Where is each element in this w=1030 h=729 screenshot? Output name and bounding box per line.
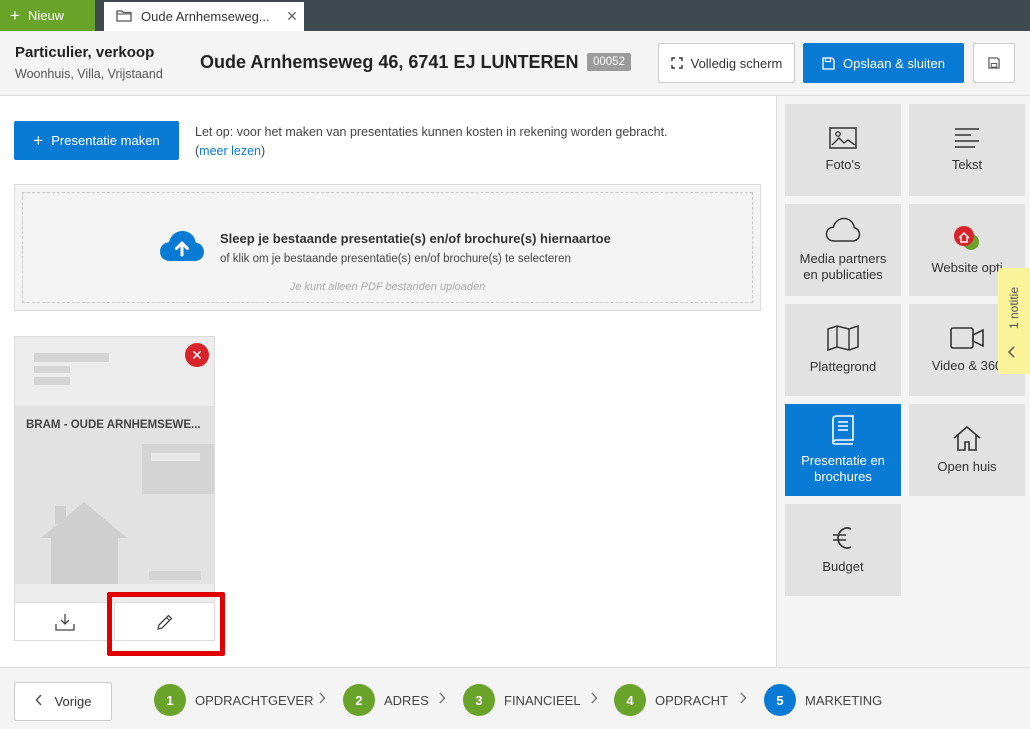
create-presentation-button[interactable]: + Presentatie maken	[14, 121, 179, 160]
save-and-close-label: Opslaan & sluiten	[843, 55, 945, 71]
cloud-icon	[825, 217, 861, 242]
tile-photos[interactable]: Foto's	[785, 104, 901, 196]
document-tab[interactable]: Oude Arnhemseweg... ✕	[104, 2, 304, 31]
chevron-left-icon[interactable]	[1007, 346, 1017, 361]
website-icon	[954, 226, 979, 250]
dropzone-hint: Je kunt alleen PDF bestanden uploaden	[289, 281, 486, 293]
create-presentation-label: Presentatie maken	[51, 133, 160, 148]
cost-notice: Let op: voor het maken van presentaties …	[195, 123, 755, 161]
chevron-right-icon	[739, 692, 747, 707]
step-number: 3	[463, 684, 495, 716]
tile-text[interactable]: Tekst	[909, 104, 1025, 196]
save-icon	[822, 56, 835, 70]
step-label: FINANCIEEL	[504, 692, 581, 708]
download-button[interactable]	[15, 603, 114, 640]
previous-button[interactable]: Vorige	[14, 682, 112, 721]
object-subtype: Woonhuis, Villa, Vrijstaand	[15, 67, 163, 81]
dropzone-title: Sleep je bestaande presentatie(s) en/of …	[220, 231, 611, 246]
top-bar: + Nieuw Oude Arnhemseweg... ✕	[0, 0, 1030, 31]
new-button-label: Nieuw	[27, 8, 65, 23]
tile-label: Tekst	[951, 157, 983, 172]
tile-label: Open huis	[937, 459, 997, 474]
wizard-footer: Vorige 1 OPDRACHTGEVER 2 ADRES 3 FINANCI…	[0, 667, 1030, 729]
step-number: 2	[343, 684, 375, 716]
object-header: Particulier, verkoop Woonhuis, Villa, Vr…	[0, 31, 1030, 96]
plus-icon: +	[10, 6, 20, 25]
presentation-title: BRAM - OUDE ARNHEMSEWE...	[15, 406, 214, 444]
chevron-right-icon	[590, 692, 598, 707]
step-number: 1	[154, 684, 186, 716]
card-actions	[15, 602, 214, 640]
book-icon	[832, 415, 854, 445]
cost-notice-text: Let op: voor het maken van presentaties …	[195, 125, 668, 139]
delete-presentation-icon[interactable]: ✕	[185, 343, 209, 367]
euro-icon	[833, 527, 852, 549]
presentation-card: ✕ BRAM - OUDE ARNHEMSEWE...	[14, 336, 215, 641]
tile-open-house[interactable]: Open huis	[909, 404, 1025, 496]
step-opdracht[interactable]: 4 OPDRACHT	[614, 684, 728, 716]
tile-label: Foto's	[825, 157, 861, 172]
plus-icon: +	[33, 131, 44, 150]
object-number-badge: 00052	[587, 53, 631, 71]
step-number: 4	[614, 684, 646, 716]
video-icon	[950, 327, 984, 349]
step-adres[interactable]: 2 ADRES	[343, 684, 429, 716]
folder-icon	[116, 9, 132, 25]
tile-presentations[interactable]: Presentatie en brochures	[785, 404, 901, 496]
main-content: + Presentatie maken Let op: voor het mak…	[0, 96, 776, 667]
step-label: MARKETING	[805, 692, 883, 708]
new-button[interactable]: + Nieuw	[0, 0, 95, 31]
previous-label: Vorige	[54, 694, 92, 709]
dropzone-border: Sleep je bestaande presentatie(s) en/of …	[22, 192, 753, 303]
tile-label: Budget	[822, 559, 864, 574]
save-icon	[988, 57, 1000, 69]
tile-label: Video & 360	[931, 358, 1003, 373]
image-icon	[829, 127, 857, 149]
expand-icon	[670, 57, 683, 69]
tile-floorplan[interactable]: Plattegrond	[785, 304, 901, 396]
upload-dropzone[interactable]: Sleep je bestaande presentatie(s) en/of …	[14, 184, 761, 311]
read-more-link[interactable]: meer lezen	[199, 144, 261, 158]
tile-budget[interactable]: Budget	[785, 504, 901, 596]
map-icon	[827, 325, 859, 351]
fullscreen-button[interactable]: Volledig scherm	[658, 43, 795, 83]
cloud-upload-icon	[159, 229, 205, 266]
step-label: OPDRACHT	[655, 692, 728, 708]
chevron-right-icon	[438, 692, 446, 707]
chevron-right-icon	[318, 692, 326, 707]
step-label: ADRES	[384, 692, 429, 708]
object-type: Particulier, verkoop	[15, 44, 155, 61]
notes-tab-label: 1 notitie	[1007, 286, 1021, 330]
step-number: 5	[764, 684, 796, 716]
step-label: OPDRACHTGEVER	[195, 692, 314, 708]
text-lines-icon	[955, 128, 979, 148]
tile-label: Website opti	[931, 260, 1003, 275]
house-icon	[953, 425, 981, 451]
object-address: Oude Arnhemseweg 46, 6741 EJ LUNTEREN	[200, 52, 579, 72]
tile-label: Plattegrond	[809, 359, 877, 374]
step-opdrachtgever[interactable]: 1 OPDRACHTGEVER	[154, 684, 313, 716]
chevron-left-icon	[35, 694, 43, 709]
notes-tab-label-wrap: 1 notitie	[998, 268, 1030, 348]
document-tab-title: Oude Arnhemseweg...	[141, 9, 270, 24]
tile-label: Presentatie en brochures	[801, 453, 885, 484]
step-financieel[interactable]: 3 FINANCIEEL	[463, 684, 581, 716]
close-tab-icon[interactable]: ✕	[280, 8, 304, 25]
save-and-close-button[interactable]: Opslaan & sluiten	[803, 43, 964, 83]
pencil-icon	[156, 614, 172, 630]
fullscreen-label: Volledig scherm	[690, 55, 783, 71]
paren-close: )	[261, 144, 266, 158]
tile-label: Media partners en publicaties	[799, 251, 887, 282]
dropzone-subtitle: of klik om je bestaande presentatie(s) e…	[220, 253, 571, 265]
step-marketing[interactable]: 5 MARKETING	[764, 684, 882, 716]
edit-presentation-button[interactable]	[114, 603, 214, 640]
presentation-thumbnail	[15, 444, 214, 602]
download-icon	[54, 613, 75, 631]
tile-media-partners[interactable]: Media partners en publicaties	[785, 204, 901, 296]
module-sidebar: Foto's Tekst Media partners en publicati…	[776, 96, 1030, 667]
save-button[interactable]	[973, 43, 1015, 83]
card-header-preview	[15, 337, 214, 406]
